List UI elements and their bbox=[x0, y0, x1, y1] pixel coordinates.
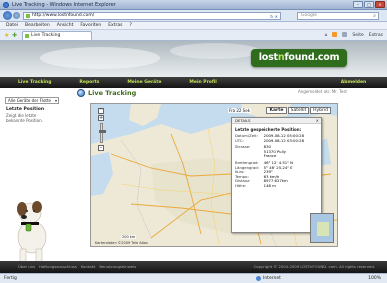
logo-text-lost: lost bbox=[258, 52, 278, 63]
menu-datei[interactable]: Datei bbox=[6, 22, 18, 29]
overview-map[interactable] bbox=[310, 213, 334, 243]
page-title: Live Tracking bbox=[77, 89, 136, 97]
back-button[interactable] bbox=[3, 11, 12, 20]
tab-favicon-icon bbox=[25, 34, 29, 38]
add-favorite-icon[interactable]: ✚ bbox=[12, 32, 17, 39]
page-title-text: Live Tracking bbox=[88, 89, 137, 97]
site-logo[interactable]: lostnfound.com bbox=[251, 49, 347, 67]
web-page: lostnfound.com Live Tracking Reports Mei… bbox=[0, 41, 387, 273]
map-type-switch: Karte Satellit Hybrid bbox=[266, 107, 331, 114]
device-select[interactable]: Alle Geräte der Flotte ▾ bbox=[5, 97, 59, 104]
info-row: UTC: 2009-08-12 03:00:28 bbox=[232, 137, 321, 144]
tab-label: Live Tracking bbox=[31, 33, 61, 38]
menu-bar: Datei Bearbeiten Ansicht Favoriten Extra… bbox=[0, 22, 387, 30]
position-info-window: DETAILS × Letzte gespeicherte Position: … bbox=[231, 117, 322, 233]
search-placeholder: Google bbox=[301, 13, 317, 18]
footer-link-haftung[interactable]: Haftungsausschluss bbox=[39, 261, 77, 273]
status-text: Fertig bbox=[4, 276, 17, 281]
globe-icon bbox=[77, 89, 85, 97]
command-bar: ⌂ Seite Extras bbox=[324, 32, 383, 39]
footer-link-benutzung[interactable]: Benutzungshinweis bbox=[99, 261, 136, 273]
map-type-satellit[interactable]: Satellit bbox=[288, 107, 309, 114]
info-key: UTC: bbox=[235, 137, 244, 143]
device-select-value: Alle Geräte der Flotte bbox=[8, 98, 52, 103]
zoom-in-button[interactable]: + bbox=[98, 115, 104, 121]
dog-mascot-icon bbox=[17, 201, 47, 263]
zoom-slider[interactable] bbox=[98, 123, 106, 143]
address-toolbar: http://www.lostnfound.com/ ↻ ✕ Google ⌕ bbox=[0, 10, 387, 22]
close-icon[interactable]: × bbox=[316, 118, 319, 123]
chevron-down-icon[interactable]: ▾ bbox=[55, 98, 57, 103]
info-value: 2009-08-12 03:00:28 bbox=[263, 137, 304, 143]
security-zone: Internet bbox=[256, 274, 281, 283]
forward-button[interactable] bbox=[13, 12, 20, 19]
menu-ansicht[interactable]: Ansicht bbox=[57, 22, 74, 29]
zoom-slider-knob[interactable] bbox=[98, 130, 106, 133]
map-type-karte[interactable]: Karte bbox=[266, 107, 287, 114]
status-bar: Fertig Internet 100% bbox=[0, 273, 387, 283]
window-titlebar: Live Tracking - Windows Internet Explore… bbox=[0, 0, 387, 10]
zoom-level[interactable]: 100% bbox=[368, 274, 381, 283]
map-type-hybrid[interactable]: Hybrid bbox=[310, 107, 331, 114]
info-row: Höhe: 148 m bbox=[232, 182, 321, 189]
page-menu[interactable]: Seite bbox=[352, 32, 363, 39]
browser-logo-icon bbox=[3, 2, 9, 8]
feeds-icon[interactable] bbox=[332, 32, 338, 39]
copyright: Copyright © 2004-2009 LOSTnFOUND. com. A… bbox=[253, 264, 375, 269]
zoom-out-button[interactable]: – bbox=[98, 145, 104, 151]
menu-help[interactable]: ? bbox=[129, 22, 131, 29]
info-value: France bbox=[263, 153, 277, 159]
close-button[interactable]: × bbox=[375, 1, 385, 8]
map-scalebar: 200 km bbox=[121, 235, 137, 239]
zoom-control: ^ + – bbox=[95, 108, 107, 152]
menu-extras[interactable]: Extras bbox=[108, 22, 122, 29]
map-attribution: Kartendaten ©2009 Tele Atlas bbox=[95, 241, 148, 245]
tab-bar: ★ ✚ Live Tracking ⌂ Seite Extras bbox=[0, 30, 387, 41]
info-key bbox=[235, 154, 264, 159]
tools-menu[interactable]: Extras bbox=[369, 32, 383, 39]
url-text: http://www.lostnfound.com/ bbox=[32, 13, 95, 18]
sidebar-text: Zeigt die letzte bekannte Position. bbox=[6, 113, 43, 123]
pan-up-button[interactable]: ^ bbox=[98, 108, 104, 114]
nav-live-tracking[interactable]: Live Tracking bbox=[18, 77, 51, 88]
home-icon[interactable]: ⌂ bbox=[324, 32, 327, 39]
sidebar: Alle Geräte der Flotte ▾ Letzte Position… bbox=[0, 95, 66, 273]
menu-favoriten[interactable]: Favoriten bbox=[80, 22, 101, 29]
info-value: 148 m bbox=[263, 182, 276, 188]
favorites-star-icon[interactable]: ★ bbox=[4, 32, 9, 39]
maximize-button[interactable]: □ bbox=[364, 1, 374, 8]
site-favicon-icon bbox=[26, 14, 30, 18]
map-scale-readout: Fra 22 Sek bbox=[227, 108, 251, 113]
footer-links: Über uns Haftungsausschluss Kontakt Benu… bbox=[18, 261, 136, 273]
address-input[interactable]: http://www.lostnfound.com/ ↻ ✕ bbox=[23, 12, 281, 20]
print-icon[interactable] bbox=[342, 32, 348, 39]
internet-zone-icon bbox=[256, 276, 261, 281]
info-key: Höhe: bbox=[235, 182, 247, 188]
footer-link-ueber-uns[interactable]: Über uns bbox=[18, 261, 35, 273]
search-input[interactable]: Google ⌕ bbox=[297, 12, 379, 20]
main-content: Live Tracking ^ + – Fra 22 Sek Karte Sat… bbox=[74, 87, 374, 265]
tab-live-tracking[interactable]: Live Tracking bbox=[22, 31, 92, 40]
window-controls: – □ × bbox=[353, 1, 385, 8]
menu-bearbeiten[interactable]: Bearbeiten bbox=[25, 22, 50, 29]
search-icon[interactable]: ⌕ bbox=[373, 13, 376, 19]
zone-label: Internet bbox=[263, 276, 281, 281]
window-title: Live Tracking - Windows Internet Explore… bbox=[12, 2, 116, 8]
tracking-map[interactable]: ^ + – Fra 22 Sek Karte Satellit Hybrid D… bbox=[90, 103, 338, 247]
site-footer: Über uns Haftungsausschluss Kontakt Benu… bbox=[0, 261, 387, 273]
info-row: France bbox=[232, 154, 321, 159]
footer-link-kontakt[interactable]: Kontakt bbox=[81, 261, 96, 273]
sidebar-heading: Letzte Position bbox=[6, 107, 45, 112]
minimize-button[interactable]: – bbox=[353, 1, 363, 8]
refresh-icon[interactable]: ↻ ✕ bbox=[270, 14, 278, 20]
logo-text-found: found.com bbox=[284, 52, 340, 63]
